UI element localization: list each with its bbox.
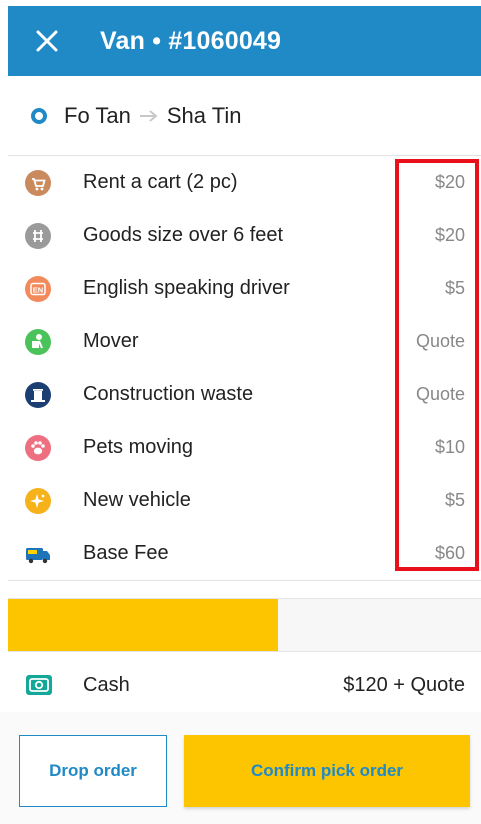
confirm-pick-order-button[interactable]: Confirm pick order: [184, 735, 470, 807]
cart-icon: [25, 169, 51, 196]
route-to: Sha Tin: [166, 102, 242, 128]
payment-row[interactable]: Cash $120 + Quote: [8, 658, 481, 712]
item-label: Rent a cart (2 pc): [83, 171, 238, 193]
list-item: Construction waste Quote: [8, 368, 481, 421]
item-price: Quote: [415, 331, 465, 351]
close-button[interactable]: [30, 24, 64, 58]
item-label: New vehicle: [83, 489, 191, 511]
arrow-right-icon: [139, 109, 159, 123]
item-label: English speaking driver: [83, 277, 290, 299]
list-item: New vehicle $5: [8, 474, 481, 527]
list-item: Pets moving $10: [8, 421, 481, 474]
item-label: Pets moving: [83, 436, 194, 458]
sparkle-icon: [25, 487, 51, 514]
fee-items-list: Rent a cart (2 pc) $20 Goods size over 6…: [8, 156, 481, 580]
waste-icon: [25, 381, 51, 408]
item-label: Base Fee: [83, 542, 169, 564]
english-icon: EN: [25, 275, 51, 302]
item-price: $5: [444, 278, 465, 298]
item-label: Mover: [83, 330, 139, 352]
close-icon: [36, 30, 58, 52]
progress-fill: [8, 599, 278, 651]
item-price: $10: [434, 437, 465, 457]
item-label: Goods size over 6 feet: [83, 224, 284, 246]
cash-icon: [26, 675, 52, 695]
drop-order-button[interactable]: Drop order: [19, 735, 167, 807]
route-row: Fo Tan Sha Tin: [8, 76, 481, 156]
top-bar: Van • #1060049: [8, 6, 481, 76]
payment-total: $120 + Quote: [343, 673, 465, 696]
item-price: $60: [434, 543, 465, 563]
list-item: EN English speaking driver $5: [8, 262, 481, 315]
item-label: Construction waste: [83, 383, 254, 405]
list-item: Mover Quote: [8, 315, 481, 368]
long-goods-icon: [25, 222, 51, 249]
progress-bar: [8, 598, 481, 652]
payment-method: Cash: [83, 673, 130, 696]
location-dot-icon: [30, 107, 48, 125]
page-title: Van • #1060049: [100, 26, 282, 55]
svg-text:EN: EN: [33, 285, 43, 294]
item-price: $5: [444, 490, 465, 510]
route-text: Fo Tan Sha Tin: [64, 103, 241, 129]
item-price: Quote: [415, 384, 465, 404]
divider: [8, 580, 481, 581]
paw-icon: [25, 434, 51, 461]
item-price: $20: [434, 225, 465, 245]
item-price: $20: [434, 172, 465, 192]
van-icon: [26, 547, 50, 563]
list-item: Base Fee $60: [8, 527, 481, 580]
mover-icon: [25, 328, 51, 355]
list-item: Goods size over 6 feet $20: [8, 209, 481, 262]
list-item: Rent a cart (2 pc) $20: [8, 156, 481, 209]
route-from: Fo Tan: [64, 102, 131, 128]
